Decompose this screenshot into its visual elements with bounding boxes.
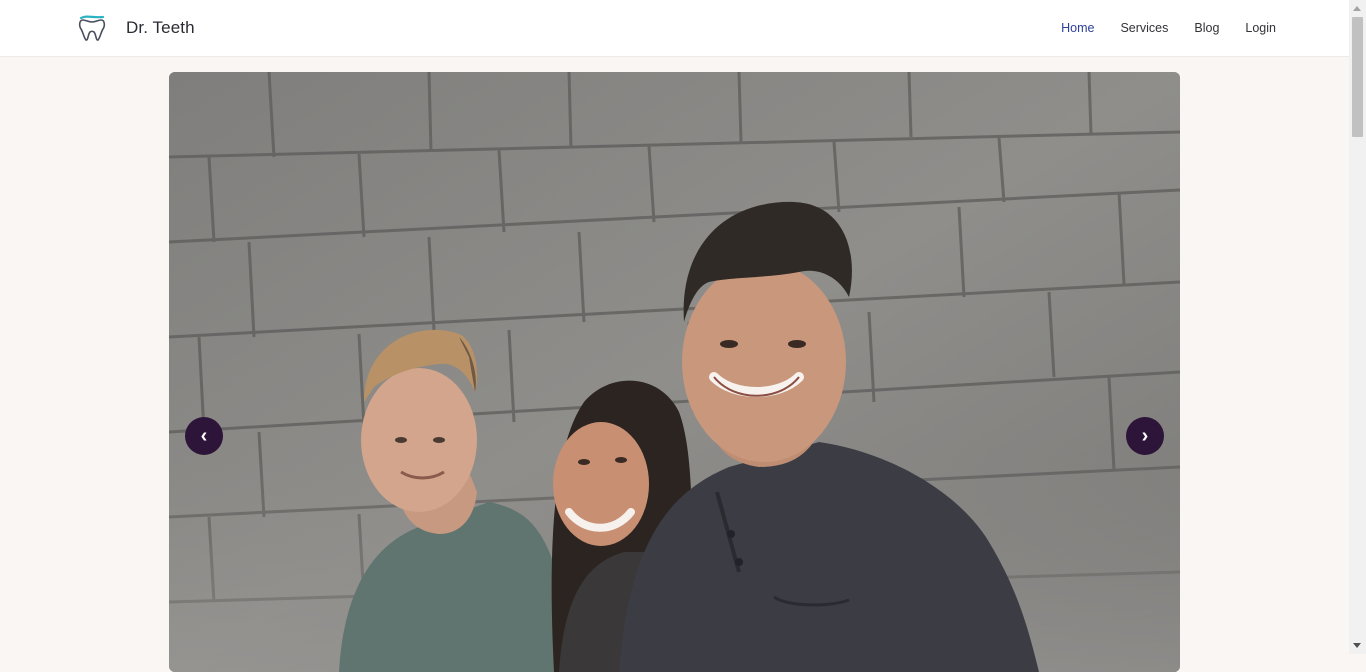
brand-name: Dr. Teeth <box>126 18 195 37</box>
main-nav: Home Services Blog Login <box>1035 0 1276 56</box>
navbar: Dr. Teeth Home Services Blog Login <box>0 0 1349 57</box>
nav-services[interactable]: Services <box>1120 21 1168 35</box>
carousel-prev-button[interactable]: ‹ <box>185 417 223 455</box>
nav-blog[interactable]: Blog <box>1194 21 1219 35</box>
nav-login[interactable]: Login <box>1245 21 1276 35</box>
nav-home[interactable]: Home <box>1061 21 1094 35</box>
carousel-next-button[interactable]: › <box>1126 417 1164 455</box>
hero-carousel: ‹ › <box>169 72 1180 672</box>
hero-photo <box>169 72 1180 672</box>
scroll-down-arrow-icon[interactable] <box>1353 643 1361 648</box>
tooth-icon <box>78 15 106 41</box>
brand[interactable]: Dr. Teeth <box>77 14 195 42</box>
scroll-up-arrow-icon[interactable] <box>1353 6 1361 11</box>
scrollbar[interactable] <box>1349 0 1366 654</box>
scroll-thumb[interactable] <box>1352 17 1363 137</box>
